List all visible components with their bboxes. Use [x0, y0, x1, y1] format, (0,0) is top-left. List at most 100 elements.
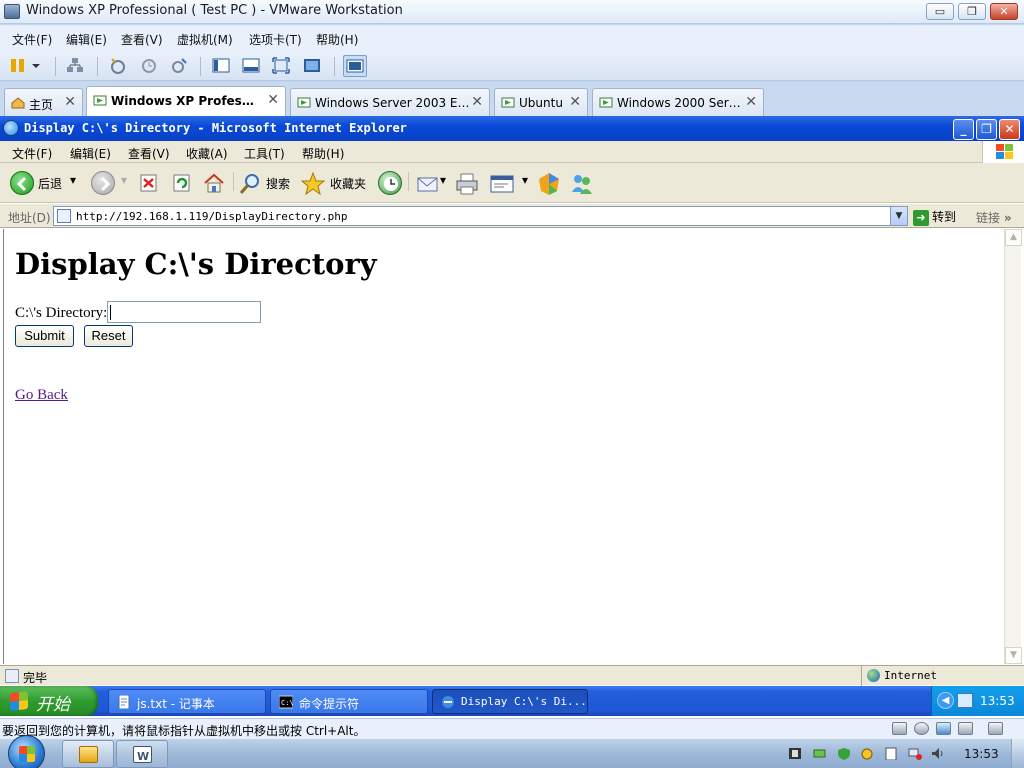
- reset-button[interactable]: Reset: [84, 325, 133, 347]
- revert-snapshot-icon[interactable]: [140, 57, 158, 74]
- close-icon[interactable]: ✕: [569, 94, 581, 110]
- xp-clock[interactable]: 13:53: [980, 694, 1015, 708]
- pause-icon[interactable]: [9, 57, 27, 74]
- scroll-up-icon[interactable]: ▲: [1005, 229, 1022, 246]
- forward-dropdown-icon[interactable]: ▾: [121, 173, 127, 187]
- tab-windows-server-2003[interactable]: Windows Server 2003 Enterpr... ✕: [290, 88, 490, 116]
- network-adapter-icon[interactable]: [936, 722, 951, 735]
- directory-input[interactable]: [107, 301, 261, 323]
- cmd-icon: C:\: [278, 695, 294, 709]
- show-sidebar-icon[interactable]: [212, 57, 230, 74]
- home-icon[interactable]: [203, 172, 225, 194]
- ie-menu-view[interactable]: 查看(V): [128, 145, 170, 162]
- vmware-menu-tabs[interactable]: 选项卡(T): [249, 31, 302, 48]
- vmware-menu-vm[interactable]: 虚拟机(M): [177, 31, 233, 48]
- tab-windows-xp[interactable]: Windows XP Professional... ✕: [86, 86, 286, 116]
- clipboard-icon[interactable]: [884, 747, 898, 761]
- cd-drive-icon[interactable]: [914, 722, 929, 735]
- print-icon[interactable]: [455, 173, 479, 195]
- ie-minimize-button[interactable]: _: [953, 119, 974, 140]
- edit-icon[interactable]: [490, 174, 514, 194]
- tab-ubuntu[interactable]: Ubuntu ✕: [494, 88, 588, 116]
- ie-restore-button[interactable]: ❐: [976, 119, 997, 140]
- hard-disk-icon[interactable]: [892, 722, 907, 735]
- windows-flag-icon: [10, 691, 28, 711]
- address-input[interactable]: http://192.168.1.119/DisplayDirectory.ph…: [53, 206, 908, 226]
- taskbar-item-ie[interactable]: Display C:\'s Di...: [432, 689, 588, 714]
- back-dropdown-icon[interactable]: ▾: [70, 173, 76, 187]
- snapshot-manager-icon[interactable]: [170, 57, 188, 74]
- network-connection-icon[interactable]: [957, 693, 973, 708]
- ie-menu-file[interactable]: 文件(F): [12, 145, 52, 162]
- address-dropdown-icon[interactable]: ▼: [890, 207, 907, 225]
- tab-home[interactable]: 主页 ✕: [4, 88, 83, 116]
- chevron-left-icon[interactable]: ◀: [937, 692, 954, 709]
- show-desktop-button[interactable]: [1011, 739, 1024, 768]
- host-start-orb[interactable]: [8, 735, 45, 768]
- taskbar-item-notepad[interactable]: js.txt - 记事本: [108, 689, 266, 714]
- favorites-button-label[interactable]: 收藏夹: [330, 175, 366, 192]
- messenger-icon[interactable]: [537, 172, 561, 196]
- network-status-icon[interactable]: [908, 747, 922, 760]
- go-button[interactable]: ➜ 转到: [913, 208, 956, 226]
- shield-icon[interactable]: [837, 747, 851, 760]
- snapshot-icon[interactable]: [109, 57, 127, 74]
- mail-dropdown-icon[interactable]: ▾: [440, 173, 446, 187]
- quick-switch-icon[interactable]: [343, 55, 367, 77]
- console-view-icon[interactable]: [242, 57, 260, 74]
- network-icon[interactable]: [66, 57, 84, 74]
- usb-device-icon[interactable]: [958, 722, 973, 735]
- power-dropdown-icon[interactable]: [31, 57, 41, 74]
- back-button-label[interactable]: 后退: [38, 175, 62, 192]
- search-button-label[interactable]: 搜索: [266, 175, 290, 192]
- guest-screen[interactable]: Display C:\'s Directory - Microsoft Inte…: [0, 116, 1024, 718]
- refresh-icon[interactable]: [173, 174, 191, 192]
- vertical-scrollbar[interactable]: ▲ ▼: [1004, 229, 1022, 664]
- close-icon[interactable]: ✕: [745, 94, 757, 110]
- vmware-menu-file[interactable]: 文件(F): [12, 31, 52, 48]
- close-icon[interactable]: ✕: [64, 94, 76, 110]
- vmware-close-button[interactable]: ✕: [990, 3, 1018, 20]
- search-icon[interactable]: [239, 173, 261, 195]
- close-icon[interactable]: ✕: [471, 94, 483, 110]
- address-url[interactable]: http://192.168.1.119/DisplayDirectory.ph…: [76, 210, 348, 223]
- ie-menu-tools[interactable]: 工具(T): [244, 145, 285, 162]
- unity-icon[interactable]: [303, 57, 321, 74]
- start-button[interactable]: 开始: [0, 686, 98, 716]
- forward-arrow-icon[interactable]: [91, 171, 115, 195]
- host-taskbar-vmware[interactable]: W: [116, 740, 168, 768]
- close-icon[interactable]: ✕: [267, 92, 279, 108]
- toolbar-separator: [408, 172, 409, 191]
- back-arrow-icon[interactable]: [10, 171, 34, 195]
- vmware-menu-help[interactable]: 帮助(H): [316, 31, 358, 48]
- scroll-down-icon[interactable]: ▼: [1005, 647, 1022, 664]
- message-log-icon[interactable]: [988, 722, 1003, 735]
- vmware-restore-button[interactable]: ❐: [958, 3, 986, 20]
- volume-icon[interactable]: [931, 747, 945, 760]
- taskbar-item-cmd[interactable]: C:\ 命令提示符: [270, 689, 428, 714]
- ie-close-button[interactable]: ✕: [999, 119, 1020, 140]
- host-taskbar-explorer[interactable]: [62, 740, 114, 768]
- vmware-app-icon: [4, 4, 20, 19]
- favorites-star-icon[interactable]: [300, 171, 326, 196]
- film-icon[interactable]: [788, 747, 802, 760]
- ie-menu-help[interactable]: 帮助(H): [302, 145, 344, 162]
- edit-dropdown-icon[interactable]: ▾: [522, 173, 528, 187]
- security-center-icon[interactable]: [860, 747, 874, 760]
- go-back-link[interactable]: Go Back: [15, 387, 68, 404]
- history-icon[interactable]: [378, 171, 402, 195]
- host-clock[interactable]: 13:53: [964, 747, 999, 761]
- stop-icon[interactable]: [140, 174, 158, 192]
- submit-button[interactable]: Submit: [15, 325, 74, 347]
- battery-icon[interactable]: [813, 747, 827, 760]
- mail-icon[interactable]: [417, 174, 439, 194]
- ie-menu-edit[interactable]: 编辑(E): [70, 145, 111, 162]
- ie-menu-favorites[interactable]: 收藏(A): [186, 145, 228, 162]
- links-button[interactable]: 链接 »: [976, 209, 1012, 226]
- vmware-menu-edit[interactable]: 编辑(E): [66, 31, 107, 48]
- vmware-minimize-button[interactable]: ▭: [926, 3, 954, 20]
- contacts-icon[interactable]: [570, 172, 594, 196]
- vmware-menu-view[interactable]: 查看(V): [121, 31, 163, 48]
- tab-windows-2000-server[interactable]: Windows 2000 Server ✕: [592, 88, 764, 116]
- fullscreen-icon[interactable]: [272, 57, 290, 74]
